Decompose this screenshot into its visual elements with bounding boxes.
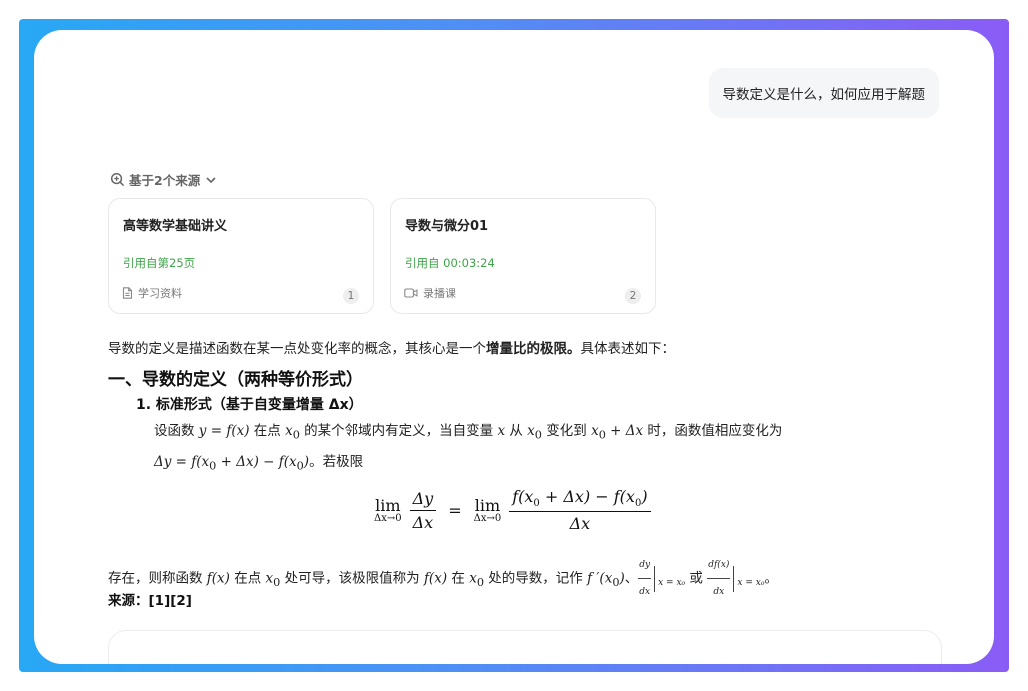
math-sub: 0: [476, 576, 484, 590]
text: 的某个邻域内有定义，当自变量: [299, 423, 498, 439]
limit-formula: lim Δx→0 Δy Δx = lim Δx→0 f(x0 + Δx) − f…: [370, 482, 655, 538]
numerator: f(x0 + Δx) − f(x0): [509, 486, 651, 513]
source-type: 学习资料: [122, 285, 182, 301]
video-camera-icon: [404, 287, 418, 299]
evaluation-bar: x = x₀: [733, 565, 764, 592]
text: 或: [685, 570, 708, 587]
text: 。若极限: [309, 453, 364, 470]
source-title: 导数与微分01: [405, 219, 489, 234]
intro-bold: 增量比的极限。: [486, 341, 581, 357]
math: x: [497, 423, 506, 439]
source-type: 录播课: [404, 285, 456, 301]
math: f(x): [423, 570, 448, 587]
equals-sign: =: [448, 500, 462, 520]
evaluation-bar: x = x₀: [654, 565, 685, 592]
answer-intro: 导数的定义是描述函数在某一点处变化率的概念，其核心是一个增量比的极限。具体表述如…: [108, 337, 675, 357]
text: 设函数: [154, 423, 199, 439]
source-reference: 来源：[1][2]: [108, 593, 192, 609]
math: f ′(x: [587, 570, 613, 587]
denominator: Δx: [412, 512, 434, 532]
limit-2: lim Δx→0: [474, 496, 502, 524]
num-part: + Δx) − f(x: [539, 486, 635, 506]
math-sub: 0: [598, 428, 606, 442]
user-message-bubble: 导数定义是什么，如何应用于解题: [708, 68, 939, 118]
numerator: Δy: [409, 489, 437, 511]
next-content-card: [108, 630, 942, 664]
text: 变化到: [541, 423, 592, 439]
source-type-label: 学习资料: [138, 287, 182, 300]
intro-suffix: 具体表述如下：: [580, 341, 676, 357]
num-part: f(x: [512, 486, 534, 506]
source-card-2[interactable]: 导数与微分01 引用自 00:03:24 录播课 2: [390, 198, 656, 314]
user-message-text: 导数定义是什么，如何应用于解题: [722, 87, 926, 103]
derivative-notation-2: df(x) dx: [707, 552, 731, 605]
lim-subscript: Δx→0: [374, 513, 402, 524]
text: 在点: [229, 570, 266, 587]
math: f(x): [206, 570, 230, 587]
denominator: Δx: [569, 514, 591, 534]
text: 从: [505, 423, 528, 439]
text: 在点: [249, 423, 286, 439]
numerator: df(x): [707, 552, 731, 579]
subsection-heading: 1. 标准形式（基于自变量增量 Δx）: [136, 397, 363, 413]
chat-panel: 导数定义是什么，如何应用于解题 基于2个来源 高等数学基础讲义 引用自第25页: [34, 30, 994, 664]
source-citation: 引用自 00:03:24: [405, 256, 495, 270]
source-type-label: 录播课: [423, 287, 456, 300]
math-sub: 0: [296, 459, 304, 473]
text: 、: [624, 570, 639, 587]
limit-1: lim Δx→0: [374, 496, 402, 524]
document-icon: [122, 287, 133, 299]
math: + Δx) − f(x: [216, 453, 297, 470]
sources-toggle[interactable]: 基于2个来源: [110, 170, 218, 189]
fraction-1: Δy Δx: [409, 489, 437, 532]
text: 。: [764, 570, 778, 587]
math: x: [469, 570, 477, 587]
derivative-notation-1: dy dx: [638, 552, 652, 605]
text: 处的导数，记作: [483, 570, 588, 587]
math-sub: 0: [534, 428, 542, 442]
math-sub: 0: [292, 428, 300, 442]
math: x: [285, 423, 293, 439]
source-number-badge: 1: [343, 288, 359, 304]
chevron-down-icon: [204, 173, 218, 187]
source-number-badge: 2: [625, 288, 641, 304]
text: 存在，则称函数: [108, 570, 207, 587]
section-heading: 一、导数的定义（两种等价形式）: [108, 370, 363, 390]
conclusion-paragraph: 存在，则称函数 f(x) 在点 x0 处可导，该极限值称为 f(x) 在 x0 …: [108, 552, 968, 605]
text: 在: [447, 570, 470, 587]
zoom-search-icon: [110, 172, 125, 187]
eval-subscript: x = x₀: [658, 577, 686, 588]
source-card-1[interactable]: 高等数学基础讲义 引用自第25页 学习资料 1: [108, 198, 374, 314]
math: x: [591, 423, 599, 439]
math: Δy = f(x: [154, 453, 210, 470]
math: + Δx: [605, 423, 644, 439]
denominator: dx: [639, 587, 651, 597]
sources-toggle-label: 基于2个来源: [129, 173, 201, 188]
num-part: ): [641, 486, 648, 506]
intro-text: 导数的定义是描述函数在某一点处变化率的概念，其核心是一个: [108, 341, 486, 357]
math: x: [527, 423, 535, 439]
source-title: 高等数学基础讲义: [123, 219, 228, 234]
fraction-2: f(x0 + Δx) − f(x0) Δx: [509, 486, 651, 534]
numerator: dy: [638, 552, 652, 579]
definition-paragraph: 设函数 y = f(x) 在点 x0 的某个邻域内有定义，当自变量 x 从 x0…: [154, 418, 944, 479]
math: y = f(x): [198, 423, 250, 439]
text: 处可导，该极限值称为: [280, 570, 424, 587]
lim-subscript: Δx→0: [473, 513, 502, 524]
text: 时，函数值相应变化为: [643, 423, 783, 439]
denominator: dx: [713, 587, 725, 597]
eval-subscript: x = x₀: [737, 577, 765, 588]
source-citation: 引用自第25页: [123, 256, 196, 270]
